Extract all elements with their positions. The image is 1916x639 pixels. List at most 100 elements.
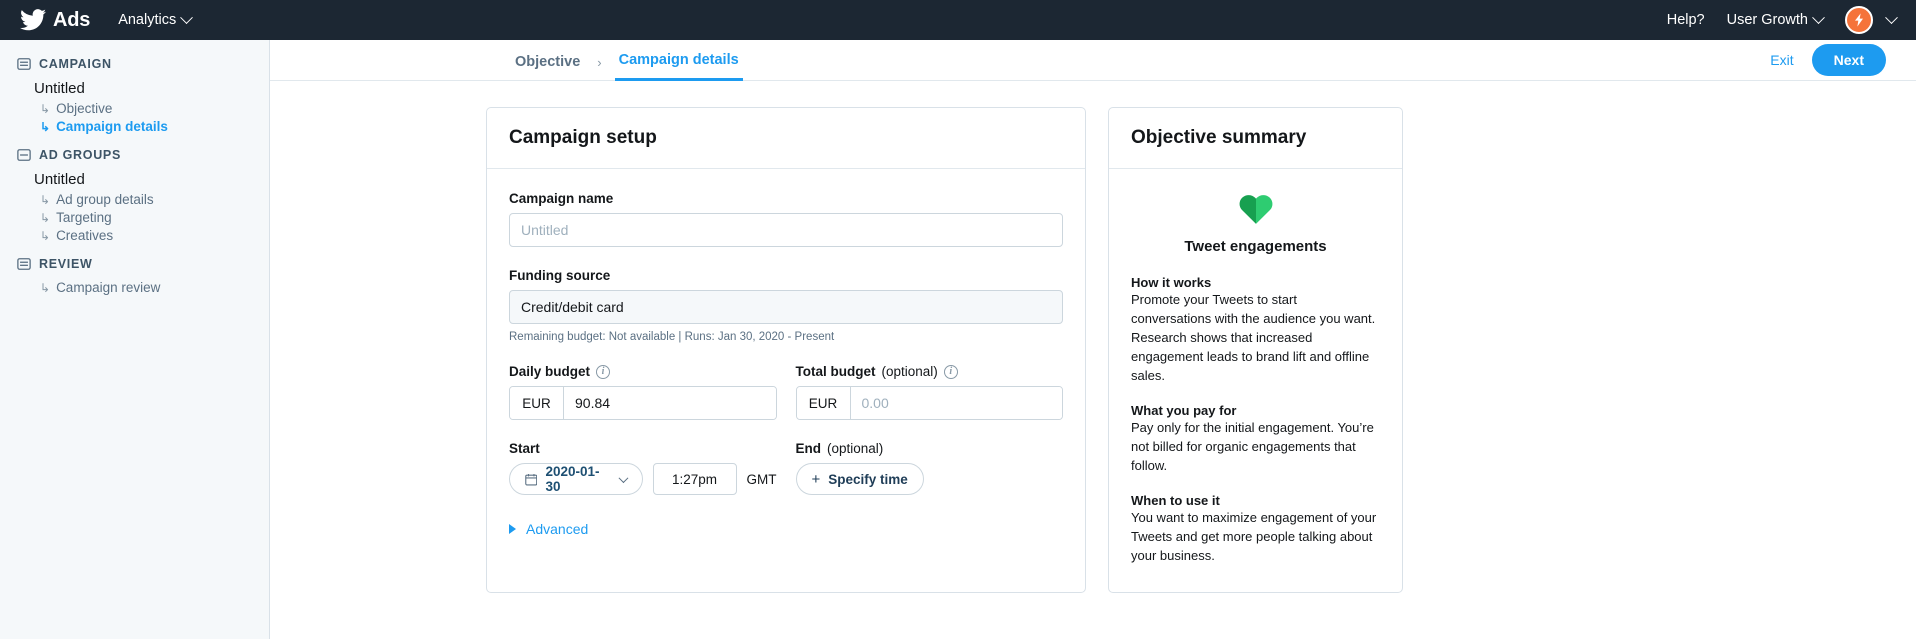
start-controls: 2020-01-30 GMT — [509, 463, 777, 495]
breadcrumb-actions: Exit Next — [1770, 44, 1886, 76]
objective-summary-card: Objective summary Tweet engagements How … — [1108, 107, 1403, 593]
brand-label: Ads — [53, 8, 91, 31]
heart-icon-wrap — [1131, 189, 1380, 230]
end-label: End (optional) — [796, 441, 1064, 456]
specify-time-button[interactable]: + Specify time — [795, 463, 924, 495]
sidebar-item-label: Ad group details — [56, 192, 154, 207]
campaign-setup-body: Campaign name Funding source Remaining b… — [487, 169, 1085, 563]
corner-arrow-icon: ↳ — [40, 228, 51, 243]
funding-source-input[interactable] — [509, 290, 1063, 324]
corner-arrow-icon: ↳ — [40, 101, 51, 116]
breadcrumb-separator-icon: › — [597, 54, 602, 70]
total-budget-optional-text: (optional) — [881, 364, 938, 379]
page-body: CAMPAIGN Untitled ↳ Objective ↳ Campaign… — [0, 40, 1916, 639]
campaign-sidebar: CAMPAIGN Untitled ↳ Objective ↳ Campaign… — [0, 40, 270, 639]
sidebar-item-label: Objective — [56, 101, 113, 116]
review-section-icon — [17, 258, 31, 270]
breadcrumb-bar: Objective › Campaign details Exit Next — [270, 40, 1916, 81]
total-budget-label-text: Total budget — [795, 364, 876, 379]
sidebar-entity-campaign[interactable]: Untitled — [0, 80, 269, 97]
ad-groups-section-icon — [17, 149, 31, 161]
next-button[interactable]: Next — [1811, 44, 1886, 76]
summary-section-title: When to use it — [1131, 492, 1220, 508]
info-icon[interactable]: i — [596, 364, 611, 379]
sidebar-item-campaign-review[interactable]: ↳ Campaign review — [0, 280, 269, 295]
avatar-group — [1845, 6, 1898, 34]
start-date-picker[interactable]: 2020-01-30 — [509, 463, 643, 495]
sidebar-item-objective[interactable]: ↳ Objective — [0, 101, 269, 116]
daily-budget-field-group: Daily budget i EUR — [509, 364, 777, 420]
breadcrumb-objective[interactable]: Objective — [511, 55, 584, 81]
chevron-down-icon — [180, 10, 194, 24]
account-label: User Growth — [1726, 12, 1808, 28]
total-budget-input-wrap: EUR — [795, 386, 1063, 420]
objective-summary-title: Objective summary — [1109, 108, 1402, 169]
summary-section-text: Pay only for the initial engagement. You… — [1131, 419, 1374, 473]
campaign-name-input[interactable] — [509, 213, 1063, 247]
funding-source-label: Funding source — [509, 268, 611, 283]
content-columns: Campaign setup Campaign name Funding sou… — [270, 81, 1916, 593]
start-label: Start — [509, 441, 540, 456]
timezone-label: GMT — [746, 471, 777, 487]
summary-section-when-to-use-it: When to use it You want to maximize enga… — [1131, 493, 1380, 566]
sidebar-section-label: AD GROUPS — [39, 148, 122, 162]
help-link[interactable]: Help? — [1667, 12, 1705, 28]
nav-right-group: Help? User Growth — [1667, 6, 1898, 34]
budget-row: Daily budget i EUR Total budget ( — [509, 364, 1063, 420]
twitter-bird-icon[interactable] — [20, 9, 53, 31]
objective-summary-body: Tweet engagements How it works Promote y… — [1109, 169, 1402, 592]
sidebar-item-label: Creatives — [56, 228, 114, 243]
advanced-label: Advanced — [526, 521, 589, 537]
sidebar-item-creatives[interactable]: ↳ Creatives — [0, 228, 269, 243]
corner-arrow-icon: ↳ — [40, 210, 51, 225]
sidebar-item-targeting[interactable]: ↳ Targeting — [0, 210, 269, 225]
breadcrumb-campaign-details[interactable]: Campaign details — [614, 53, 743, 81]
sidebar-item-ad-group-details[interactable]: ↳ Ad group details — [0, 192, 269, 207]
campaign-setup-card: Campaign setup Campaign name Funding sou… — [486, 107, 1086, 593]
campaign-setup-title: Campaign setup — [487, 108, 1085, 169]
campaign-name-label: Campaign name — [509, 191, 614, 206]
corner-arrow-icon: ↳ — [40, 192, 51, 207]
campaign-name-field-group: Campaign name — [509, 191, 1063, 247]
funding-source-helper-text: Remaining budget: Not available | Runs: … — [509, 331, 835, 343]
summary-section-title: What you pay for — [1131, 402, 1237, 418]
green-heart-icon — [1239, 195, 1272, 224]
sidebar-item-label: Campaign details — [56, 119, 168, 134]
total-budget-input[interactable] — [850, 387, 1062, 419]
sidebar-section-label: REVIEW — [39, 257, 93, 271]
advanced-toggle[interactable]: Advanced — [509, 521, 1063, 537]
nav-analytics-menu[interactable]: Analytics — [118, 10, 194, 28]
start-time-input[interactable] — [652, 463, 737, 495]
end-label-text: End — [795, 441, 822, 456]
end-field-group: End (optional) + Specify time — [795, 441, 1064, 495]
sidebar-group-review: REVIEW ↳ Campaign review — [0, 257, 269, 295]
summary-section-title: How it works — [1131, 275, 1212, 290]
end-optional-text: (optional) — [827, 441, 884, 456]
plus-icon: + — [811, 470, 821, 488]
calendar-icon — [525, 473, 538, 486]
summary-section-how-it-works: How it works Promote your Tweets to star… — [1131, 275, 1380, 386]
info-icon[interactable]: i — [943, 364, 958, 379]
total-budget-field-group: Total budget (optional) i EUR — [795, 364, 1064, 420]
daily-budget-input-wrap: EUR — [509, 386, 777, 420]
avatar[interactable] — [1845, 6, 1873, 34]
sidebar-section-ad-groups: AD GROUPS — [0, 148, 269, 162]
nav-analytics-label: Analytics — [118, 12, 177, 28]
main-content: Objective › Campaign details Exit Next C… — [270, 40, 1916, 639]
corner-arrow-icon: ↳ — [40, 280, 51, 295]
total-budget-label: Total budget (optional) i — [796, 364, 1064, 379]
chevron-down-icon[interactable] — [1885, 10, 1898, 24]
account-menu[interactable]: User Growth — [1726, 10, 1825, 28]
help-label: Help? — [1666, 12, 1705, 28]
campaign-section-icon — [17, 58, 31, 70]
sidebar-entity-ad-group[interactable]: Untitled — [0, 171, 269, 188]
daily-budget-input[interactable] — [564, 387, 776, 419]
exit-link[interactable]: Exit — [1770, 52, 1793, 68]
funding-source-field-group: Funding source Remaining budget: Not ava… — [509, 268, 1063, 343]
sidebar-section-campaign: CAMPAIGN — [0, 57, 269, 71]
breadcrumb: Objective › Campaign details — [511, 40, 743, 81]
sidebar-item-campaign-details[interactable]: ↳ Campaign details — [0, 119, 269, 134]
start-date-value: 2020-01-30 — [545, 464, 600, 494]
summary-section-text: Promote your Tweets to start conversatio… — [1131, 292, 1376, 383]
start-field-group: Start 2020-01-30 1:27pm GMT — [509, 441, 777, 495]
